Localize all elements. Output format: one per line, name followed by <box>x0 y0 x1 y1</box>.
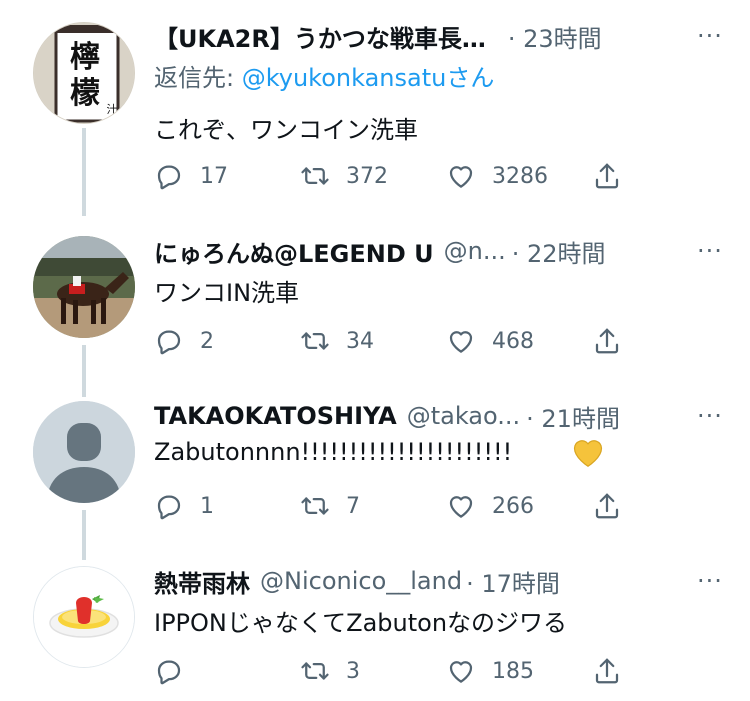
tweet-header: TAKAOKATOSHIYA @takao... · 21時間 <box>154 398 710 434</box>
thread-line <box>82 345 86 397</box>
reply-button[interactable]: 17 <box>154 156 228 196</box>
avatar-text-1: 檸 <box>70 40 100 75</box>
tweet-actions: 3 185 <box>154 651 634 691</box>
like-count: 185 <box>492 658 534 684</box>
retweet-icon <box>301 332 329 350</box>
thread-line <box>82 510 86 560</box>
avatar-image: 檸 檬 汁 <box>34 23 134 123</box>
tweet-text: IPPONじゃなくてZabutonなのジワる <box>154 609 568 637</box>
timestamp[interactable]: · 21時間 <box>526 399 620 434</box>
reply-count: 2 <box>200 328 214 354</box>
avatar-image <box>33 236 135 338</box>
tweet-text: ワンコIN洗車 <box>154 279 300 307</box>
share-icon <box>595 493 619 519</box>
share-button[interactable] <box>592 651 622 691</box>
reply-button[interactable]: 2 <box>154 321 214 361</box>
reply-to: 返信先: @kyukonkansatuさん <box>154 58 494 93</box>
retweet-icon <box>301 167 329 185</box>
yellow-heart-icon <box>573 440 603 467</box>
tweet-header: 【UKA2R】うかつな戦車長… · 23時間 <box>154 18 710 54</box>
share-button[interactable] <box>592 321 622 361</box>
share-icon <box>595 163 619 189</box>
retweet-button[interactable]: 3 <box>300 651 360 691</box>
reply-to-suffix[interactable]: さん <box>446 64 494 92</box>
like-button[interactable]: 185 <box>446 651 534 691</box>
share-button[interactable] <box>592 156 622 196</box>
retweet-count: 3 <box>346 658 360 684</box>
like-button[interactable]: 468 <box>446 321 534 361</box>
share-button[interactable] <box>592 486 622 526</box>
tweet-actions: 2 34 468 <box>154 321 634 361</box>
like-count: 3286 <box>492 163 548 189</box>
reply-icon <box>157 330 181 355</box>
retweet-icon <box>301 497 329 515</box>
retweet-button[interactable]: 34 <box>300 321 374 361</box>
tweet-text: Zabutonnnn!!!!!!!!!!!!!!!!!!!!!! <box>154 438 513 466</box>
reply-icon <box>157 165 181 190</box>
heart-icon <box>449 661 473 683</box>
share-icon <box>595 658 619 684</box>
avatar[interactable] <box>33 566 135 668</box>
default-profile-icon <box>33 401 135 503</box>
reply-count: 1 <box>200 493 214 519</box>
avatar[interactable]: 檸 檬 汁 <box>33 22 135 124</box>
reply-count: 17 <box>200 163 228 189</box>
avatar-text-3: 汁 <box>107 103 118 116</box>
more-options-icon[interactable]: ··· <box>692 233 728 269</box>
tweet-header: にゅろんぬ@LEGEND U @n... · 22時間 <box>154 233 710 269</box>
reply-to-prefix: 返信先: <box>154 64 242 92</box>
handle[interactable]: @n... <box>444 237 506 265</box>
reply-icon <box>157 495 181 520</box>
share-icon <box>595 328 619 354</box>
display-name[interactable]: にゅろんぬ@LEGEND U <box>154 234 434 269</box>
like-count: 468 <box>492 328 534 354</box>
tweet-header: 熱帯雨林 @Niconico__land · 17時間 <box>154 563 710 599</box>
display-name[interactable]: 【UKA2R】うかつな戦車長… <box>154 19 486 54</box>
like-button[interactable]: 3286 <box>446 156 548 196</box>
reply-button[interactable]: 1 <box>154 486 214 526</box>
timestamp[interactable]: · 23時間 <box>508 19 602 54</box>
retweet-button[interactable]: 7 <box>300 486 360 526</box>
more-options-icon[interactable]: ··· <box>692 563 728 599</box>
heart-icon <box>449 331 473 353</box>
tweet-actions: 17 372 3286 <box>154 156 634 196</box>
like-button[interactable]: 266 <box>446 486 534 526</box>
retweet-button[interactable]: 372 <box>300 156 388 196</box>
retweet-count: 34 <box>346 328 374 354</box>
reply-to-mention[interactable]: @kyukonkansatu <box>242 64 447 92</box>
retweet-icon <box>301 662 329 680</box>
avatar-text-2: 檬 <box>70 76 100 111</box>
avatar[interactable] <box>33 236 135 338</box>
heart-icon <box>449 166 473 188</box>
heart-icon <box>449 496 473 518</box>
tweet-text: これぞ、ワンコイン洗車 <box>154 116 418 144</box>
thread-line <box>82 128 86 216</box>
reply-button[interactable] <box>154 651 200 691</box>
retweet-count: 7 <box>346 493 360 519</box>
avatar-image <box>34 567 134 667</box>
display-name[interactable]: TAKAOKATOSHIYA <box>154 402 397 430</box>
avatar[interactable] <box>33 401 135 503</box>
handle[interactable]: @takao... <box>407 402 520 430</box>
retweet-count: 372 <box>346 163 388 189</box>
handle[interactable]: @Niconico__land <box>260 567 462 595</box>
timestamp[interactable]: · 17時間 <box>466 564 560 599</box>
reply-icon <box>157 660 181 685</box>
more-options-icon[interactable]: ··· <box>692 398 728 434</box>
like-count: 266 <box>492 493 534 519</box>
display-name[interactable]: 熱帯雨林 <box>154 564 250 599</box>
tweet-actions: 1 7 266 <box>154 486 634 526</box>
more-options-icon[interactable]: ··· <box>692 18 728 54</box>
timestamp[interactable]: · 22時間 <box>512 234 606 269</box>
